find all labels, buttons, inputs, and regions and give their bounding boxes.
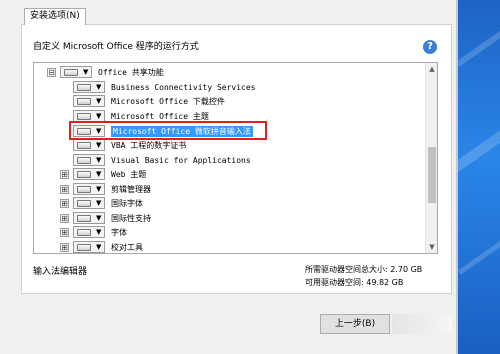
tree-item-label: 国际字体 <box>111 198 143 208</box>
tab-install-options[interactable]: 安装选项(N) <box>24 8 86 25</box>
chevron-down-icon: ▼ <box>96 243 102 251</box>
feature-tree[interactable]: ⊟ ▼ Office 共享功能 ▼ Business Connectivity … <box>33 62 438 254</box>
chevron-down-icon: ▼ <box>96 199 102 207</box>
vertical-scrollbar[interactable]: ▲ ▼ <box>425 63 437 253</box>
space-required: 所需驱动器空间总大小: 2.70 GB <box>305 265 423 274</box>
chevron-down-icon: ▼ <box>96 185 102 193</box>
feature-description: 输入法编辑器 <box>33 267 88 277</box>
chevron-down-icon: ▼ <box>96 228 102 236</box>
expand-icon[interactable]: ⊞ <box>60 242 69 252</box>
tree-item-label: Web 主题 <box>111 169 147 179</box>
help-icon[interactable]: ? <box>423 40 437 54</box>
install-state-dropdown[interactable]: ▼ <box>73 139 105 151</box>
next-button-partial[interactable] <box>392 314 452 334</box>
install-state-dropdown[interactable]: ▼ <box>60 66 92 78</box>
install-state-dropdown[interactable]: ▼ <box>73 183 105 195</box>
chevron-down-icon: ▼ <box>83 68 89 76</box>
drive-icon <box>77 83 91 91</box>
chevron-down-icon: ▼ <box>96 141 102 149</box>
space-available: 可用驱动器空间: 49.82 GB <box>305 278 404 287</box>
tree-row-vba-cert[interactable]: ▼ VBA 工程的数字证书 <box>60 138 186 152</box>
install-state-dropdown[interactable]: ▼ <box>73 95 105 107</box>
tree-row-fonts[interactable]: ⊞ ▼ 字体 <box>60 225 127 239</box>
collapse-icon[interactable]: ⊟ <box>47 67 56 77</box>
drive-icon <box>77 243 91 251</box>
tree-row-intl-fonts[interactable]: ⊞ ▼ 国际字体 <box>60 196 143 210</box>
desktop-background <box>458 0 500 354</box>
drive-icon <box>77 185 91 193</box>
drive-icon <box>77 112 91 120</box>
tree-item-label: 国际性支持 <box>111 213 151 223</box>
chevron-down-icon: ▼ <box>96 156 102 164</box>
back-button[interactable]: 上一步(B) <box>320 314 390 334</box>
install-state-dropdown[interactable]: ▼ <box>73 241 105 253</box>
tree-item-label: Business Connectivity Services <box>111 82 256 92</box>
tree-row-proofing[interactable]: ⊞ ▼ 校对工具 <box>60 240 143 253</box>
chevron-down-icon: ▼ <box>96 214 102 222</box>
chevron-down-icon: ▼ <box>96 112 102 120</box>
tree-row-download-control[interactable]: ▼ Microsoft Office 下载控件 <box>60 94 225 108</box>
expand-icon[interactable]: ⊞ <box>60 198 69 208</box>
tree-row-web-themes[interactable]: ⊞ ▼ Web 主题 <box>60 167 146 181</box>
tree-item-label: Visual Basic for Applications <box>111 155 251 165</box>
tree-row-intl-support[interactable]: ⊞ ▼ 国际性支持 <box>60 211 151 225</box>
scroll-thumb[interactable] <box>428 147 436 203</box>
install-state-dropdown[interactable]: ▼ <box>73 226 105 238</box>
tree-row-clip-organizer[interactable]: ⊞ ▼ 剪辑管理器 <box>60 182 151 196</box>
expand-icon[interactable]: ⊞ <box>60 169 69 179</box>
drive-icon <box>77 141 91 149</box>
drive-icon <box>77 199 91 207</box>
drive-icon <box>77 228 91 236</box>
tree-item-label: 剪辑管理器 <box>111 184 151 194</box>
tree-item-label: VBA 工程的数字证书 <box>111 140 187 150</box>
expand-icon[interactable]: ⊞ <box>60 227 69 237</box>
tree-item-label: Office 共享功能 <box>98 67 164 77</box>
tree-row-bcs[interactable]: ▼ Business Connectivity Services <box>60 80 256 94</box>
tree-item-label: Microsoft Office 下载控件 <box>111 96 225 106</box>
tree-item-label: 校对工具 <box>111 242 143 252</box>
drive-icon <box>77 97 91 105</box>
chevron-down-icon: ▼ <box>96 170 102 178</box>
drive-icon <box>77 170 91 178</box>
install-state-dropdown[interactable]: ▼ <box>73 168 105 180</box>
tree-row-vba[interactable]: ▼ Visual Basic for Applications <box>60 153 251 167</box>
install-state-dropdown[interactable]: ▼ <box>73 197 105 209</box>
chevron-down-icon: ▼ <box>96 83 102 91</box>
highlight-box <box>69 121 267 140</box>
install-state-dropdown[interactable]: ▼ <box>73 212 105 224</box>
expand-icon[interactable]: ⊞ <box>60 184 69 194</box>
install-state-dropdown[interactable]: ▼ <box>73 154 105 166</box>
scroll-down-icon[interactable]: ▼ <box>426 241 437 253</box>
install-state-dropdown[interactable]: ▼ <box>73 81 105 93</box>
drive-icon <box>64 68 78 76</box>
tree-item-label: Microsoft Office 主题 <box>111 111 209 121</box>
drive-icon <box>77 156 91 164</box>
drive-icon <box>77 214 91 222</box>
tree-item-label: 字体 <box>111 227 127 237</box>
chevron-down-icon: ▼ <box>96 97 102 105</box>
tree-row-office-shared[interactable]: ⊟ ▼ Office 共享功能 <box>47 65 164 79</box>
expand-icon[interactable]: ⊞ <box>60 213 69 223</box>
scroll-up-icon[interactable]: ▲ <box>426 63 437 75</box>
window-border <box>456 0 458 354</box>
page-heading: 自定义 Microsoft Office 程序的运行方式 <box>33 42 199 52</box>
